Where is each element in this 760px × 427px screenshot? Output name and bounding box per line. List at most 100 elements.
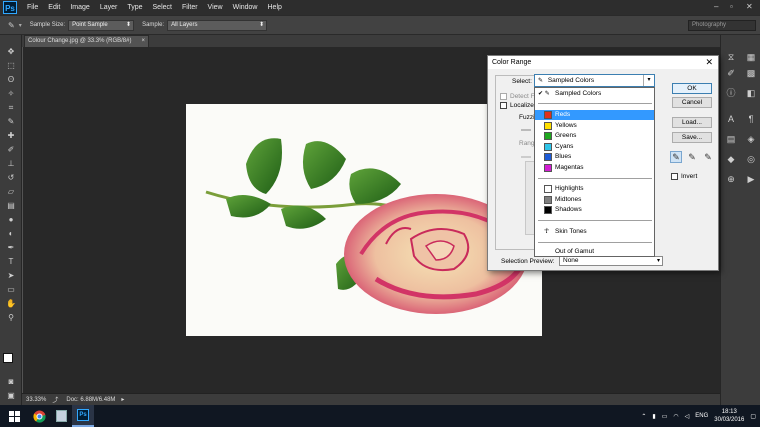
chrome-taskbar-icon[interactable] <box>28 405 50 427</box>
language-indicator[interactable]: ENG <box>695 413 708 419</box>
gradient-tool-icon[interactable]: ▤ <box>4 201 18 211</box>
wifi-icon[interactable]: ◠ <box>673 413 678 420</box>
select-dropdown[interactable]: ✎ Sampled Colors ▾ <box>534 74 655 87</box>
file-explorer-taskbar-icon[interactable] <box>50 405 72 427</box>
detect-faces-checkbox[interactable] <box>500 93 507 100</box>
sample-size-select[interactable]: Point Sample <box>68 19 135 31</box>
option-out-of-gamut[interactable]: Out of Gamut <box>535 247 654 257</box>
quick-mask-icon[interactable]: ◙ <box>4 377 18 387</box>
option-shadows[interactable]: Shadows <box>535 205 654 215</box>
menu-file[interactable]: File <box>27 4 38 11</box>
dialog-title-bar[interactable]: Color Range ✕ <box>488 56 718 69</box>
eyedropper-icon[interactable]: ✎ <box>670 151 682 163</box>
brush-tool-icon[interactable]: ✐ <box>4 145 18 155</box>
photoshop-taskbar-icon[interactable]: Ps <box>72 405 94 427</box>
marquee-tool-icon[interactable]: ⬚ <box>4 61 18 71</box>
pen-tool-icon[interactable]: ✒ <box>4 243 18 253</box>
close-icon[interactable]: ✕ <box>746 2 753 11</box>
paragraph-panel-icon[interactable]: ¶ <box>745 113 757 125</box>
menu-select[interactable]: Select <box>153 4 172 11</box>
menu-filter[interactable]: Filter <box>182 4 198 11</box>
move-tool-icon[interactable]: ✥ <box>4 47 18 57</box>
zoom-level[interactable]: 33.33% <box>26 397 46 403</box>
history-panel-icon[interactable]: ⧖ <box>725 51 737 63</box>
volume-icon[interactable]: ◁ <box>685 413 690 420</box>
battery-icon[interactable]: ▭ <box>662 413 668 420</box>
zoom-tool-icon[interactable]: ⚲ <box>4 313 18 323</box>
localized-checkbox[interactable] <box>500 102 507 109</box>
crop-tool-icon[interactable]: ⌗ <box>4 103 18 113</box>
properties-panel-icon[interactable]: ▤ <box>725 133 737 145</box>
network-icon[interactable]: ▮ <box>652 413 655 420</box>
status-export-icon[interactable]: ⤴ <box>52 395 58 404</box>
option-magentas[interactable]: Magentas <box>535 163 654 173</box>
fuzziness-slider[interactable] <box>521 129 531 131</box>
cancel-button[interactable]: Cancel <box>672 97 712 108</box>
subtract-from-sample-eyedropper-icon[interactable]: ✎ <box>702 151 714 163</box>
blur-tool-icon[interactable]: ● <box>4 215 18 225</box>
brush-panel-icon[interactable]: ✐ <box>725 67 737 79</box>
close-tab-icon[interactable]: × <box>141 36 145 47</box>
channels-panel-icon[interactable]: ◎ <box>745 153 757 165</box>
chevron-down-icon[interactable]: ▾ <box>19 22 22 29</box>
screen-mode-icon[interactable]: ▣ <box>4 391 18 401</box>
chevron-down-icon[interactable]: ▾ <box>643 75 654 86</box>
type-tool-icon[interactable]: T <box>4 257 18 267</box>
menu-layer[interactable]: Layer <box>100 4 118 11</box>
eraser-tool-icon[interactable]: ▱ <box>4 187 18 197</box>
option-reds[interactable]: Reds <box>535 110 654 120</box>
option-highlights[interactable]: Highlights <box>535 184 654 194</box>
history-brush-tool-icon[interactable]: ↺ <box>4 173 18 183</box>
hand-tool-icon[interactable]: ✋ <box>4 299 18 309</box>
load-button[interactable]: Load... <box>672 117 712 128</box>
option-yellows[interactable]: Yellows <box>535 121 654 131</box>
document-tab[interactable]: Colour Change.jpg @ 33.3% (RGB/8#) × <box>24 35 149 47</box>
chevron-up-icon[interactable]: ⌃ <box>641 413 646 420</box>
minimize-icon[interactable]: – <box>714 2 718 11</box>
styles-panel-icon[interactable]: ◈ <box>745 133 757 145</box>
option-skin-tones[interactable]: ☥ Skin Tones <box>535 227 654 237</box>
eyedropper-tool-icon[interactable]: ✎ <box>4 117 18 127</box>
notifications-icon[interactable]: ▢ <box>750 413 756 420</box>
menu-view[interactable]: View <box>208 4 223 11</box>
menu-help[interactable]: Help <box>268 4 282 11</box>
clock[interactable]: 18:13 30/03/2016 <box>714 408 744 424</box>
option-blues[interactable]: Blues <box>535 152 654 162</box>
option-greens[interactable]: Greens <box>535 131 654 141</box>
option-midtones[interactable]: Midtones <box>535 195 654 205</box>
menu-image[interactable]: Image <box>70 4 89 11</box>
dialog-close-icon[interactable]: ✕ <box>705 56 713 69</box>
menu-type[interactable]: Type <box>127 4 142 11</box>
lasso-tool-icon[interactable]: ʘ <box>4 75 18 85</box>
dodge-tool-icon[interactable]: ◐ <box>4 229 18 239</box>
healing-tool-icon[interactable]: ✚ <box>4 131 18 141</box>
paths-panel-icon[interactable]: ⊕ <box>725 173 737 185</box>
ok-button[interactable]: OK <box>672 83 712 94</box>
swatches-panel-icon[interactable]: ▩ <box>745 67 757 79</box>
workspace-select[interactable]: Photography <box>688 20 756 31</box>
foreground-color-swatch[interactable] <box>3 353 13 363</box>
adjustments-panel-icon[interactable]: ◧ <box>745 87 757 99</box>
selection-preview-select[interactable]: None ▾ <box>559 256 663 266</box>
range-slider[interactable] <box>521 156 531 158</box>
option-cyans[interactable]: Cyans <box>535 142 654 152</box>
eyedropper-icon[interactable]: ✎ <box>8 21 15 30</box>
sample-select[interactable]: All Layers <box>167 19 268 31</box>
actions-panel-icon[interactable]: ▶ <box>745 173 757 185</box>
save-button[interactable]: Save... <box>672 132 712 143</box>
windows-start-button[interactable] <box>0 405 28 427</box>
path-select-tool-icon[interactable]: ➤ <box>4 271 18 281</box>
shape-tool-icon[interactable]: ▭ <box>4 285 18 295</box>
layers-panel-icon[interactable]: ◆ <box>725 153 737 165</box>
color-panel-icon[interactable]: ▦ <box>745 51 757 63</box>
maximize-icon[interactable]: ▫ <box>730 2 733 11</box>
option-sampled-colors[interactable]: ✔ ✎ Sampled Colors <box>535 89 654 99</box>
quick-select-tool-icon[interactable]: ✧ <box>4 89 18 99</box>
clone-stamp-tool-icon[interactable]: ⊥ <box>4 159 18 169</box>
menu-edit[interactable]: Edit <box>48 4 60 11</box>
status-arrow-icon[interactable]: ▸ <box>121 396 124 403</box>
add-to-sample-eyedropper-icon[interactable]: ✎ <box>686 151 698 163</box>
info-panel-icon[interactable]: ⓘ <box>725 87 737 99</box>
menu-window[interactable]: Window <box>233 4 258 11</box>
invert-checkbox[interactable] <box>671 173 678 180</box>
